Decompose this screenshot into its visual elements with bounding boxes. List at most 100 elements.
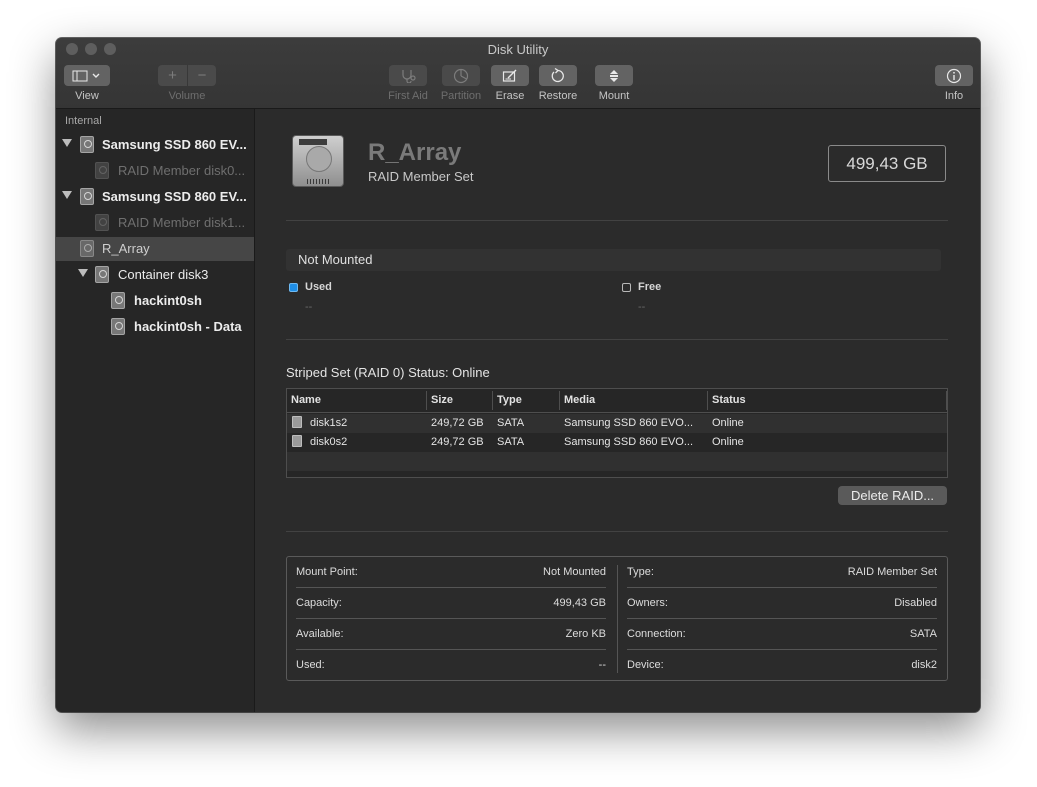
cell-size: 249,72 GB	[431, 417, 484, 429]
free-legend-label: Free	[638, 281, 662, 293]
column-header-size[interactable]: Size	[431, 394, 453, 406]
table-row[interactable]: disk1s2 249,72 GB SATA Samsung SSD 860 E…	[287, 414, 947, 433]
remove-volume-button[interactable]: −	[188, 65, 216, 86]
partition-label: Partition	[440, 90, 482, 102]
window-title: Disk Utility	[487, 42, 549, 57]
info-row-available: Available: Zero KB	[296, 619, 606, 650]
disclosure-triangle-icon[interactable]	[78, 269, 88, 277]
cell-name: disk0s2	[310, 436, 348, 448]
info-value: Disabled	[894, 597, 937, 609]
sidebar-item-raid-member-disk0[interactable]: RAID Member disk0...	[56, 159, 254, 183]
partition-button[interactable]	[442, 65, 480, 86]
info-label: Info	[944, 90, 964, 102]
sidebar-item-container-disk3[interactable]: Container disk3	[56, 263, 254, 287]
container-icon	[95, 266, 109, 283]
disclosure-triangle-icon[interactable]	[62, 139, 72, 147]
volume-info-panel: Mount Point: Not Mounted Capacity: 499,4…	[286, 556, 948, 681]
volume-icon	[111, 292, 125, 309]
detail-pane: R_Array RAID Member Set 499,43 GB Not Mo…	[255, 109, 980, 712]
disk-icon	[292, 435, 302, 447]
first-aid-button[interactable]	[389, 65, 427, 86]
restore-icon	[551, 67, 564, 82]
cell-status: Online	[712, 417, 744, 429]
cell-type: SATA	[497, 417, 525, 429]
divider	[286, 339, 948, 340]
mount-state-label: Not Mounted	[298, 252, 373, 267]
column-header-status[interactable]: Status	[712, 394, 746, 406]
info-value: disk2	[911, 659, 937, 671]
sidebar-item-samsung-ssd-2[interactable]: Samsung SSD 860 EV...	[56, 185, 254, 209]
info-row-type: Type: RAID Member Set	[627, 557, 937, 588]
used-value: --	[305, 301, 313, 313]
sidebar-section-internal: Internal	[65, 115, 102, 127]
volume-label: Volume	[168, 90, 206, 102]
info-value: SATA	[909, 628, 937, 640]
sidebar-item-hackint0sh-data[interactable]: hackint0sh - Data	[56, 315, 254, 339]
sidebar-item-r-array[interactable]: R_Array	[56, 237, 254, 261]
sidebar-item-label: Container disk3	[118, 267, 209, 282]
info-button[interactable]	[935, 65, 973, 86]
erase-icon	[502, 69, 517, 82]
mount-button[interactable]	[595, 65, 633, 86]
volume-subtitle: RAID Member Set	[368, 169, 474, 184]
sidebar-item-raid-member-disk1[interactable]: RAID Member disk1...	[56, 211, 254, 235]
stethoscope-icon	[402, 69, 416, 83]
sidebar-item-label: R_Array	[102, 241, 150, 256]
info-key: Used:	[296, 659, 325, 671]
disk-icon	[292, 416, 302, 428]
restore-button[interactable]	[539, 65, 577, 86]
column-header-media[interactable]: Media	[564, 394, 595, 406]
column-header-name[interactable]: Name	[291, 394, 321, 406]
sidebar-item-label: Samsung SSD 860 EV...	[102, 137, 247, 152]
table-row[interactable]: disk0s2 249,72 GB SATA Samsung SSD 860 E…	[287, 433, 947, 452]
info-icon	[946, 68, 962, 83]
info-value: Zero KB	[565, 628, 606, 640]
info-key: Connection:	[627, 628, 686, 640]
sidebar-item-label: RAID Member disk0...	[118, 163, 246, 178]
view-label: View	[75, 90, 99, 102]
info-value: RAID Member Set	[847, 566, 937, 578]
internal-disk-icon	[80, 188, 94, 205]
view-button[interactable]	[64, 65, 110, 86]
info-row-mount-point: Mount Point: Not Mounted	[296, 557, 606, 588]
delete-raid-button[interactable]: Delete RAID...	[838, 486, 947, 505]
free-value: --	[638, 301, 646, 313]
add-volume-button[interactable]: +	[158, 65, 187, 86]
sidebar-item-samsung-ssd-1[interactable]: Samsung SSD 860 EV...	[56, 133, 254, 157]
sidebar-item-label: Samsung SSD 860 EV...	[102, 189, 247, 204]
erase-button[interactable]	[491, 65, 529, 86]
info-row-owners: Owners: Disabled	[627, 588, 937, 619]
sidebar-item-label: hackint0sh - Data	[134, 319, 242, 334]
first-aid-label: First Aid	[388, 90, 428, 102]
free-legend-swatch	[622, 283, 631, 292]
column-header-type[interactable]: Type	[497, 394, 522, 406]
info-value: --	[598, 659, 606, 671]
raid-member-icon	[95, 162, 109, 179]
used-legend-label: Used	[305, 281, 332, 293]
minus-icon: −	[197, 67, 207, 84]
raid-status-text: Striped Set (RAID 0) Status: Online	[286, 365, 490, 380]
divider	[286, 531, 948, 532]
info-row-used: Used: --	[296, 650, 606, 681]
plus-icon: +	[168, 67, 177, 84]
divider	[286, 220, 948, 221]
sidebar-item-hackint0sh[interactable]: hackint0sh	[56, 289, 254, 313]
restore-label: Restore	[538, 90, 578, 102]
cell-type: SATA	[497, 436, 525, 448]
mount-label: Mount	[598, 90, 630, 102]
raid-member-icon	[95, 214, 109, 231]
internal-disk-icon	[80, 136, 94, 153]
hard-drive-icon	[292, 135, 344, 187]
toolbar: Disk Utility View + − Volume First Aid P…	[56, 38, 980, 109]
used-legend-swatch	[289, 283, 298, 292]
table-row-empty	[287, 452, 947, 471]
disk-utility-window: Disk Utility View + − Volume First Aid P…	[56, 38, 980, 712]
volume-name: R_Array	[368, 139, 462, 166]
cell-name: disk1s2	[310, 417, 348, 429]
volume-icon	[111, 318, 125, 335]
disclosure-triangle-icon[interactable]	[62, 191, 72, 199]
mount-icon	[610, 69, 618, 82]
table-header: Name Size Type Media Status	[287, 389, 947, 413]
info-key: Owners:	[627, 597, 668, 609]
info-key: Capacity:	[296, 597, 342, 609]
